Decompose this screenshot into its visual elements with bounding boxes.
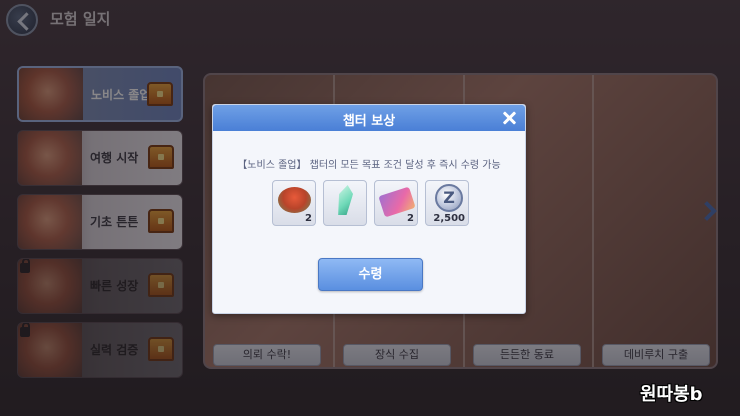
reward-list: 2 2 Z 2,500: [272, 180, 472, 228]
close-icon[interactable]: [499, 108, 519, 128]
dialog-title: 챕터 보상: [342, 114, 396, 129]
claim-button[interactable]: 수령: [318, 258, 423, 291]
chapter-reward-dialog: 챕터 보상 【노비스 졸업】 챕터의 모든 목표 조건 달성 후 즉시 수령 가…: [212, 104, 526, 314]
adventure-log-screen: 모험 일지 노비스 졸업 여행 시작 기초 튼튼 빠른 성장 실력 검증: [0, 0, 740, 416]
reward-quantity: 2,500: [433, 213, 465, 224]
reward-item[interactable]: 2: [374, 180, 418, 226]
reward-item[interactable]: [323, 180, 367, 226]
reward-quantity: 2: [407, 213, 414, 224]
zeny-coin-icon: Z: [435, 184, 463, 212]
reward-description: 【노비스 졸업】 챕터의 모든 목표 조건 달성 후 즉시 수령 가능: [237, 160, 501, 171]
crystal-icon: [335, 185, 354, 215]
reward-quantity: 2: [305, 213, 312, 224]
watermark: 원따봉b: [640, 384, 703, 405]
dialog-header: 챕터 보상: [213, 105, 525, 131]
reward-item[interactable]: Z 2,500: [425, 180, 469, 226]
reward-item[interactable]: 2: [272, 180, 316, 226]
food-icon: [278, 187, 311, 213]
